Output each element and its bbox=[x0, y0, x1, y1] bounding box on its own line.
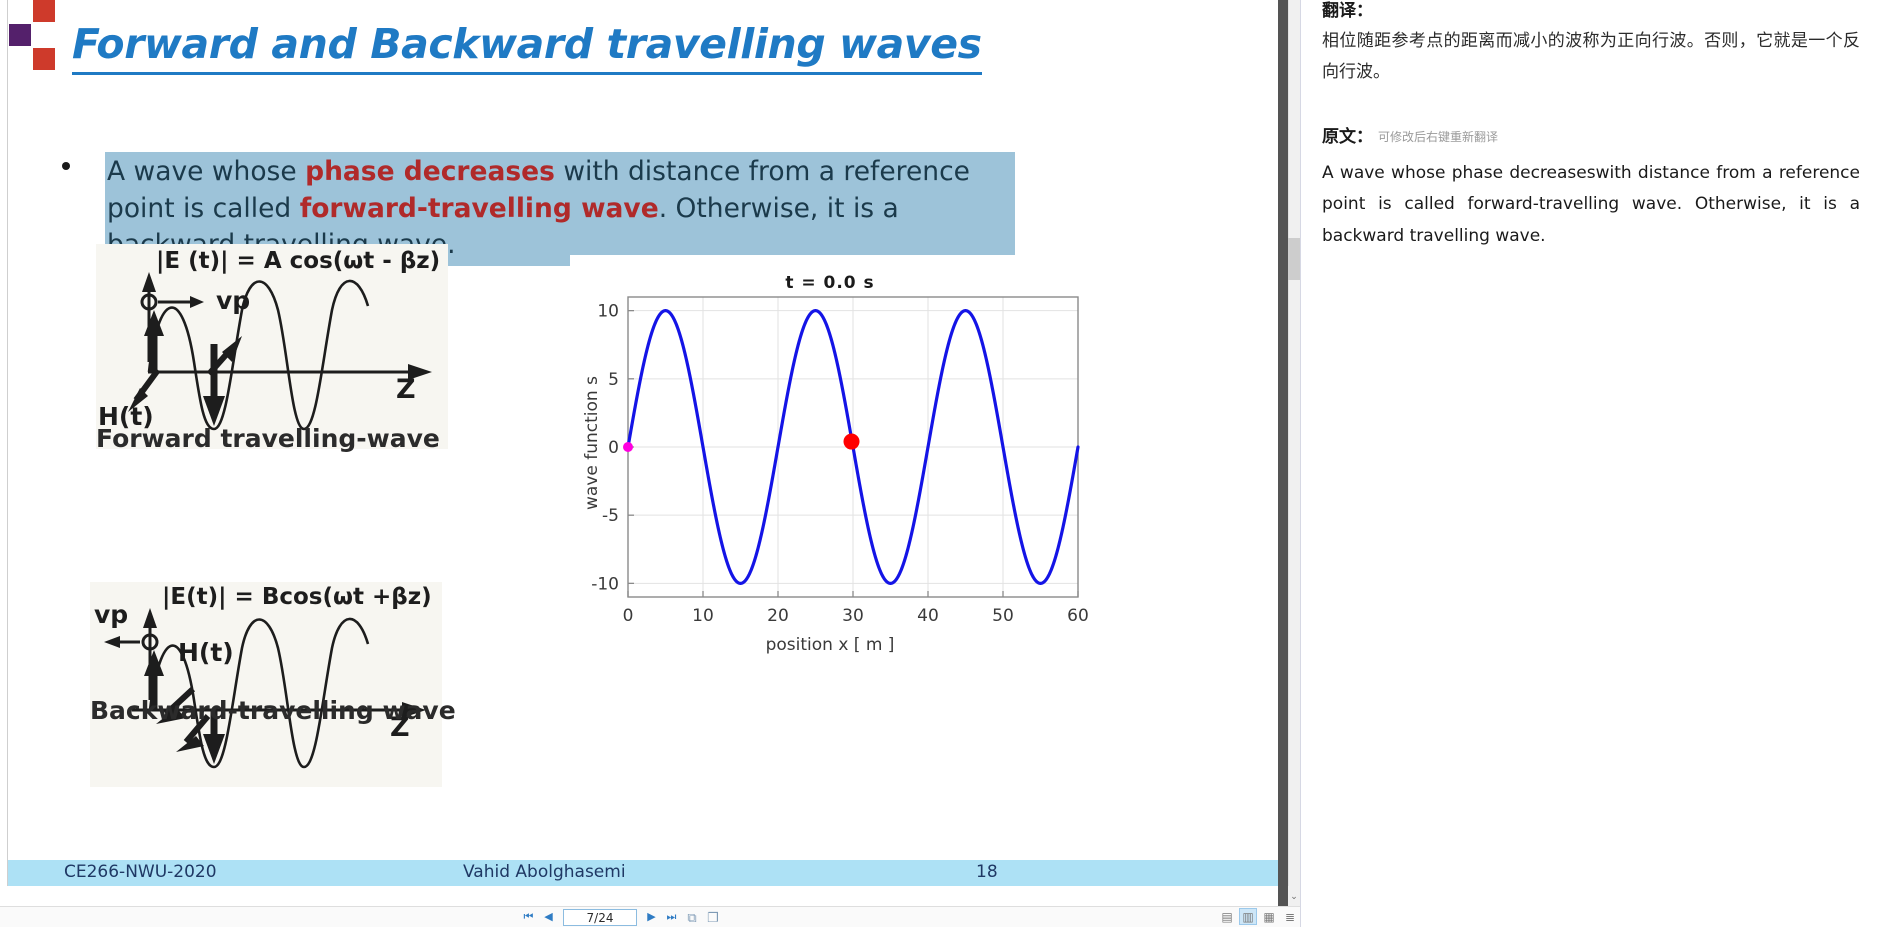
footer-course-code: CE266-NWU-2020 bbox=[64, 862, 217, 882]
forward-axis-label: Z bbox=[396, 374, 416, 405]
slide-left-rail bbox=[0, 0, 8, 886]
forward-equation: |E (t)| = A cos(ωt - βz) bbox=[156, 248, 441, 274]
translation-heading: 翻译： bbox=[1322, 1, 1373, 21]
backward-equation: |E(t)| = Bcos(ωt +βz) bbox=[162, 584, 432, 610]
svg-text:40: 40 bbox=[917, 606, 939, 626]
footer-slide-number: 18 bbox=[976, 862, 998, 882]
svg-text:-10: -10 bbox=[591, 574, 619, 594]
fit-page-icon[interactable]: ⧉ bbox=[683, 909, 701, 926]
previous-page-button[interactable]: ◀ bbox=[540, 909, 557, 926]
page-title-text: Forward and Backward travelling waves bbox=[72, 20, 982, 75]
decor-square-red-bottom bbox=[33, 48, 55, 70]
decorative-checker-logo bbox=[9, 0, 65, 70]
translated-text: 相位随距参考点的距离而减小的波称为正向行波。否则，它就是一个反向行波。 bbox=[1322, 31, 1860, 83]
fit-width-icon[interactable]: ❐ bbox=[704, 909, 722, 926]
forward-figure-caption: Forward travelling-wave bbox=[96, 424, 440, 453]
last-page-button[interactable]: ⏭ bbox=[663, 909, 680, 926]
status-bar: ⏮ ◀ 7/24 ▶ ⏭ ⧉ ❐ ▤ ▥ ▦ ≣ bbox=[0, 906, 1300, 927]
continuous-scroll-view-icon[interactable]: ▥ bbox=[1239, 908, 1257, 925]
viewer-scrollbar-thumb[interactable] bbox=[1288, 238, 1300, 280]
svg-text:5: 5 bbox=[608, 370, 619, 390]
backward-figure-caption: Backward-travelling wave bbox=[90, 696, 456, 725]
svg-text:30: 30 bbox=[842, 606, 864, 626]
app-root: Forward and Backward travelling waves A … bbox=[0, 0, 1884, 927]
source-edit-hint: 可修改后右键重新翻译 bbox=[1378, 130, 1499, 144]
viewer-gutter bbox=[1278, 0, 1288, 906]
vp-arrow-left-icon bbox=[104, 636, 120, 648]
first-page-button[interactable]: ⏮ bbox=[520, 909, 537, 926]
vp-arrow-icon bbox=[190, 296, 204, 308]
source-heading: 原文： bbox=[1322, 127, 1373, 147]
backward-wave-diagram-svg bbox=[104, 608, 426, 769]
wave-function-plot: t = 0.0 s wave function s position x [ m… bbox=[570, 255, 1090, 675]
svg-text:0: 0 bbox=[608, 438, 619, 458]
slide-viewer[interactable]: Forward and Backward travelling waves A … bbox=[0, 0, 1278, 886]
scroll-down-caret-icon[interactable]: ⌄ bbox=[1288, 886, 1300, 906]
next-page-button[interactable]: ▶ bbox=[643, 909, 660, 926]
translation-panel: 翻译： 相位随距参考点的距离而减小的波称为正向行波。否则，它就是一个反向行波。 … bbox=[1300, 0, 1884, 927]
svg-text:10: 10 bbox=[692, 606, 714, 626]
e-field-arrow-icon bbox=[142, 272, 156, 292]
viewer-scrollbar-track[interactable] bbox=[1288, 0, 1300, 886]
figure-backward-travelling-wave: |E(t)| = Bcos(ωt +βz) vp H(t) Z bbox=[90, 582, 442, 787]
book-view-icon[interactable]: ≣ bbox=[1281, 908, 1299, 925]
plot-canvas: 0 10 20 30 40 50 60 -10 -5 0 5 10 bbox=[591, 296, 1089, 626]
figure-forward-travelling-wave: |E (t)| = A cos(ωt - βz) vp H(t) Z bbox=[96, 244, 448, 449]
bullet-strong-2: forward-travelling wave bbox=[299, 192, 659, 224]
page-number-input[interactable]: 7/24 bbox=[563, 909, 637, 926]
backward-vp-label: vp bbox=[94, 600, 129, 629]
view-mode-group: ▤ ▥ ▦ ≣ bbox=[1218, 908, 1299, 925]
page-navigation: ⏮ ◀ 7/24 ▶ ⏭ ⧉ ❐ bbox=[520, 907, 722, 927]
backward-h-label: H(t) bbox=[178, 638, 234, 667]
bullet-seg-1: A wave whose bbox=[107, 156, 306, 187]
slide-footer-band: CE266-NWU-2020 Vahid Abolghasemi 18 bbox=[8, 860, 1278, 886]
svg-text:60: 60 bbox=[1067, 606, 1089, 626]
decor-square-red-top bbox=[33, 0, 55, 22]
svg-text:-5: -5 bbox=[602, 506, 619, 526]
svg-text:50: 50 bbox=[992, 606, 1014, 626]
bullet-strong-1: phase decreases bbox=[305, 156, 555, 187]
source-text[interactable]: A wave whose phase decreaseswith distanc… bbox=[1322, 158, 1860, 252]
svg-text:20: 20 bbox=[767, 606, 789, 626]
single-page-view-icon[interactable]: ▤ bbox=[1218, 908, 1236, 925]
page-title: Forward and Backward travelling waves bbox=[72, 20, 1072, 75]
two-page-view-icon[interactable]: ▦ bbox=[1260, 908, 1278, 925]
footer-author: Vahid Abolghasemi bbox=[463, 862, 626, 882]
decor-square-purple-mid bbox=[9, 24, 31, 46]
svg-text:0: 0 bbox=[623, 606, 634, 626]
bullet-dot-icon bbox=[62, 162, 70, 170]
forward-vp-label: vp bbox=[216, 286, 251, 315]
svg-text:10: 10 bbox=[597, 302, 619, 322]
